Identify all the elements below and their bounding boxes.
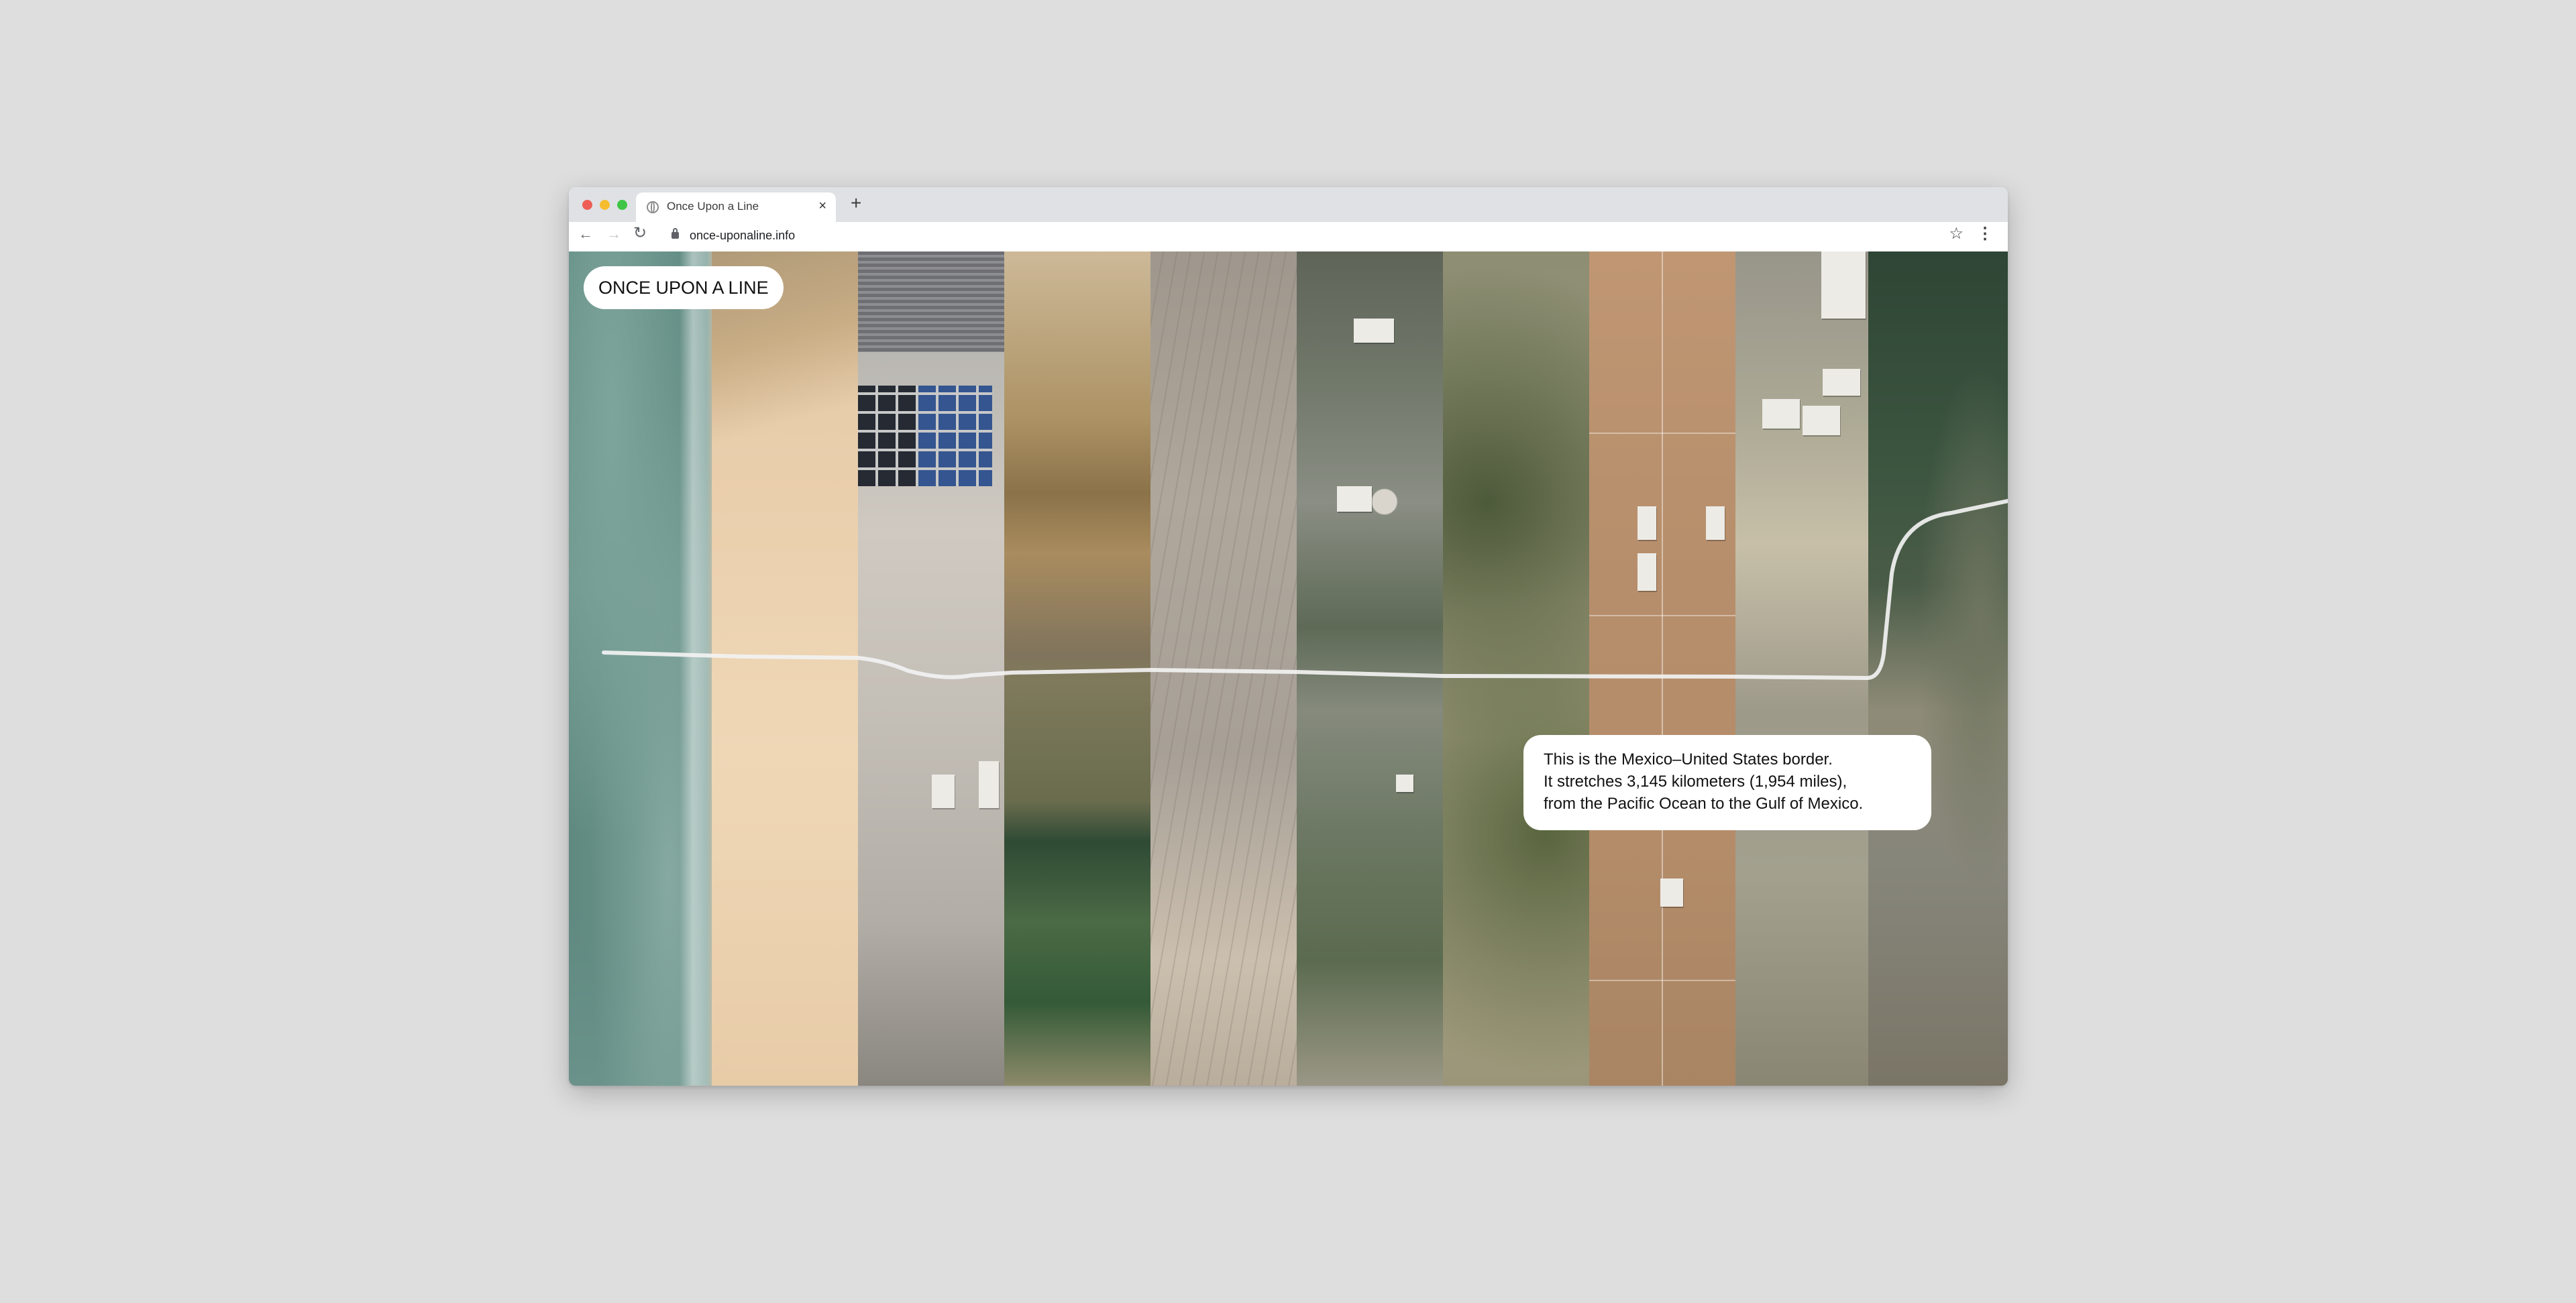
info-tooltip: This is the Mexico–United States border.…	[1523, 735, 1931, 830]
info-line-1: This is the Mexico–United States border.	[1544, 750, 1833, 769]
border-line	[602, 499, 2008, 680]
close-tab-icon[interactable]: ×	[818, 199, 826, 214]
arrow-right-icon[interactable]: →	[606, 227, 621, 241]
arrow-left-icon[interactable]: ←	[578, 227, 593, 241]
maximize-window-button[interactable]	[617, 200, 627, 210]
site-logo-button[interactable]: ONCE UPON A LINE	[584, 266, 784, 309]
minimize-window-button[interactable]	[600, 200, 610, 210]
address-bar[interactable]: once-uponaline.info	[690, 229, 795, 243]
close-window-button[interactable]	[582, 200, 592, 210]
info-line-2: It stretches 3,145 kilometers (1,954 mil…	[1544, 773, 1847, 791]
satellite-strip-view: ONCE UPON A LINE This is the Mexico–Unit…	[569, 251, 2008, 1086]
globe-icon	[647, 201, 659, 213]
tab-once-upon-a-line[interactable]: Once Upon a Line ×	[636, 192, 836, 222]
browser-window: Once Upon a Line × + ← → ↻ once-uponalin…	[569, 187, 2008, 1086]
lock-icon	[672, 228, 679, 239]
new-tab-button[interactable]: +	[851, 194, 861, 213]
tab-bar: Once Upon a Line × +	[569, 187, 2008, 222]
reload-icon[interactable]: ↻	[633, 225, 647, 241]
kebab-menu-icon[interactable]: ⋮	[1977, 226, 1993, 242]
browser-toolbar: ← → ↻ once-uponaline.info ☆ ⋮	[569, 222, 2008, 251]
star-icon[interactable]: ☆	[1949, 226, 1964, 242]
tab-title: Once Upon a Line	[667, 200, 759, 213]
info-line-3: from the Pacific Ocean to the Gulf of Me…	[1544, 795, 1864, 813]
